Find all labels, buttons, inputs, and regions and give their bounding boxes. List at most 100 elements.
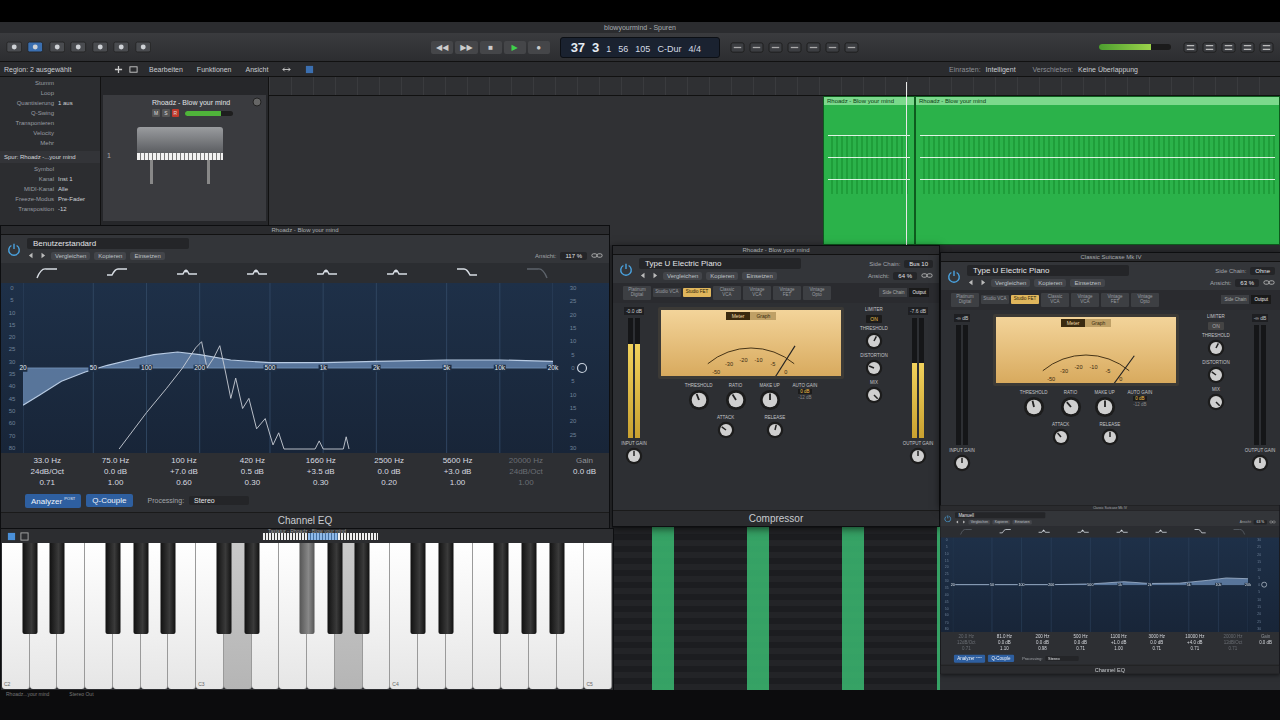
tool-icon[interactable]	[92, 40, 108, 54]
inspector-row[interactable]: Symbol	[0, 165, 100, 175]
preset-menu[interactable]: Manuell	[955, 512, 1045, 518]
meter-tab[interactable]: Meter	[1061, 319, 1086, 327]
model-button[interactable]: Studio FET	[1011, 295, 1039, 304]
power-icon[interactable]	[7, 242, 21, 256]
band-shape-icon[interactable]	[959, 527, 972, 536]
inspector-row[interactable]: MIDI-KanalAlle	[0, 185, 100, 195]
midi-region[interactable]: Rhoadz - Blow your mind	[915, 96, 1280, 245]
knob[interactable]	[1094, 396, 1116, 418]
prev-next-icon[interactable]	[27, 251, 47, 260]
band-parameter[interactable]: 3000 Hz0.0 dB0.71	[1138, 634, 1176, 653]
q-couple-button[interactable]: Q-Couple	[86, 494, 132, 507]
limiter-button[interactable]: ON	[866, 315, 882, 323]
model-button[interactable]: Platinum Digital	[951, 293, 979, 307]
analyzer-button[interactable]: Analyzer POST	[25, 494, 81, 508]
knob[interactable]	[1101, 428, 1119, 446]
band-shape-icon[interactable]	[315, 265, 339, 281]
model-button[interactable]: Studio VCA	[981, 295, 1009, 304]
model-button[interactable]: Classic VCA	[1041, 293, 1069, 307]
menu-item[interactable]: Ansicht	[246, 66, 269, 73]
view-icon[interactable]	[1240, 41, 1255, 54]
transport-button[interactable]: ▶▶	[455, 41, 477, 54]
gain-handle-icon[interactable]	[1261, 581, 1268, 588]
view-select[interactable]: 64 %	[893, 272, 917, 280]
black-key[interactable]	[50, 543, 65, 634]
knob[interactable]	[865, 359, 883, 377]
view-toggle[interactable]: Side Chain	[1221, 295, 1249, 304]
band-shape-icon[interactable]	[1076, 527, 1089, 536]
black-key[interactable]	[410, 543, 425, 634]
transport-button[interactable]: ●	[528, 41, 550, 54]
band-shape-icon[interactable]	[175, 265, 199, 281]
knob[interactable]	[865, 332, 883, 350]
band-shape-icon[interactable]	[385, 265, 409, 281]
pan-knob-icon[interactable]	[252, 97, 262, 107]
band-parameter[interactable]: 20.0 Hz12dB/Oct0.71	[947, 634, 985, 653]
knob[interactable]	[953, 454, 971, 472]
track-button[interactable]: S	[162, 109, 169, 117]
inspector-row[interactable]: Transposition-12	[0, 205, 100, 215]
prev-next-icon[interactable]	[955, 519, 966, 524]
catch-icon[interactable]	[305, 65, 314, 74]
band-shape-icon[interactable]	[455, 265, 479, 281]
folder-icon[interactable]	[129, 65, 138, 74]
inspector-row[interactable]: Mehr	[0, 139, 100, 149]
view-select[interactable]: 117 %	[560, 252, 587, 260]
mode-icon[interactable]	[806, 41, 821, 54]
model-button[interactable]: Vintage FET	[773, 286, 801, 300]
header-button[interactable]: Kopieren	[94, 252, 126, 260]
band-parameter[interactable]: 1660 Hz+3.5 dB0.30	[287, 456, 355, 490]
band-shape-icon[interactable]	[1037, 527, 1050, 536]
auto-gain-option[interactable]: -12 dB	[796, 395, 813, 400]
track-button[interactable]: M	[152, 109, 160, 117]
menu-item[interactable]: Bearbeiten	[149, 66, 183, 73]
track-volume[interactable]	[185, 111, 233, 116]
view-select[interactable]: 63 %	[1235, 279, 1259, 287]
model-button[interactable]: Vintage VCA	[743, 286, 771, 300]
header-button[interactable]: Einsetzen	[130, 252, 164, 260]
auto-gain-option[interactable]: -12 dB	[1131, 402, 1148, 407]
track-button[interactable]: R	[172, 109, 180, 117]
knob[interactable]	[1023, 396, 1045, 418]
model-button[interactable]: Classic VCA	[713, 286, 741, 300]
link-icon[interactable]	[591, 251, 603, 260]
header-button[interactable]: Vergleichen	[968, 520, 990, 524]
eq-plot[interactable]: 20501002005001k2k5k10k20k	[953, 537, 1248, 632]
model-button[interactable]: Vintage VCA	[1071, 293, 1099, 307]
auto-gain-option[interactable]: 0 dB	[1133, 396, 1146, 401]
band-parameter[interactable]: 2500 Hz0.0 dB0.20	[355, 456, 423, 490]
header-button[interactable]: Kopieren	[993, 520, 1011, 524]
knob[interactable]	[1060, 396, 1082, 418]
meter-tab[interactable]: Graph	[750, 312, 776, 320]
auto-gain-option[interactable]: 0 dB	[798, 389, 811, 394]
band-parameter[interactable]: 20000 Hz24dB/Oct1.00	[492, 456, 560, 490]
band-parameter[interactable]: 420 Hz0.5 dB0.30	[218, 456, 286, 490]
view-icon[interactable]	[1183, 41, 1198, 54]
view-toggle[interactable]: Output	[1251, 295, 1271, 304]
power-icon[interactable]	[619, 262, 633, 276]
transport-button[interactable]: ▶	[504, 41, 526, 54]
view-icon[interactable]	[1202, 41, 1217, 54]
black-key[interactable]	[494, 543, 509, 634]
black-key[interactable]	[133, 543, 148, 634]
band-shape-icon[interactable]	[35, 265, 59, 281]
eq-plot[interactable]: 20501002005001k2k5k10k20k	[23, 283, 553, 453]
inspector-row[interactable]: Freeze-ModusPre-Fader	[0, 195, 100, 205]
link-icon[interactable]	[921, 271, 933, 280]
knob[interactable]	[717, 421, 735, 439]
midi-region[interactable]: Rhoadz - Blow your mind	[823, 96, 915, 245]
band-parameter[interactable]: 20000 Hz12dB/Oct0.71	[1214, 634, 1252, 653]
keyboard-overview[interactable]	[263, 533, 378, 540]
knob[interactable]	[909, 447, 927, 465]
mode-icon[interactable]	[730, 41, 745, 54]
header-button[interactable]: Vergleichen	[51, 252, 90, 260]
tool-icon[interactable]	[49, 40, 65, 54]
knob[interactable]	[1052, 428, 1070, 446]
view-icon[interactable]	[1221, 41, 1236, 54]
tool-icon[interactable]	[135, 40, 151, 54]
inspector-row[interactable]: Stumm	[0, 79, 100, 89]
model-button[interactable]: Platinum Digital	[623, 286, 651, 300]
model-button[interactable]: Studio VCA	[653, 288, 681, 297]
side-chain-select[interactable]: Ohne	[1250, 267, 1275, 275]
track-header[interactable]: Rhoadz - Blow your mindMSR1	[103, 95, 266, 221]
